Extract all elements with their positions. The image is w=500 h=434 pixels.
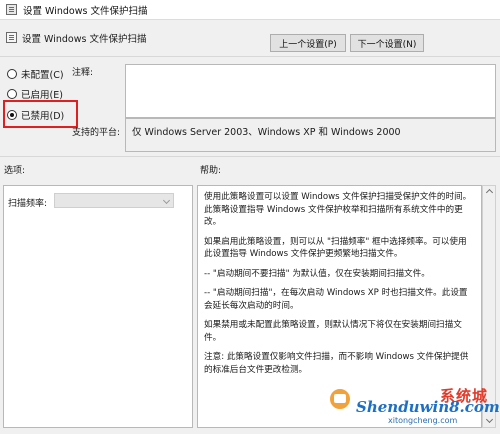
chevron-down-icon [162, 196, 171, 205]
radio-label: 未配置(C) [21, 70, 64, 81]
next-setting-button[interactable]: 下一个设置(N) [350, 34, 424, 52]
divider [0, 56, 500, 57]
watermark-sub-text: xitongcheng.com [388, 416, 458, 425]
comment-textarea[interactable] [125, 64, 496, 118]
help-label: 帮助: [200, 166, 222, 176]
radio-button[interactable] [7, 89, 17, 99]
help-paragraph: 如果禁用或未配置此策略设置，则默认情况下将仅在安装期间扫描文件。 [204, 320, 462, 343]
options-label: 选项: [4, 166, 26, 176]
help-paragraph: -- "启动期间扫描"，在每次启动 Windows XP 时也扫描文件。此设置会… [204, 288, 468, 311]
help-paragraph: 注意: 此策略设置仅影响文件扫描，而不影响 Windows 文件保护提供的标准后… [204, 352, 469, 375]
radio-label: 已启用(E) [21, 90, 63, 101]
watermark: 系统城 Shenduwin8.com xitongcheng.com [328, 383, 500, 434]
radio-button[interactable] [7, 69, 17, 79]
setting-icon [6, 32, 17, 43]
help-paragraph: 使用此策略设置可以设置 Windows 文件保护扫描受保护文件的时间。此策略设置… [204, 192, 472, 227]
comment-label: 注释: [72, 68, 94, 78]
scan-frequency-label: 扫描频率: [8, 199, 48, 209]
window-title: 设置 Windows 文件保护扫描 [23, 5, 148, 17]
watermark-main-text: Shenduwin8.com [356, 398, 500, 416]
setting-title: 设置 Windows 文件保护扫描 [22, 34, 147, 45]
annotation-highlight [3, 100, 78, 128]
radio-not-configured[interactable]: 未配置(C) [7, 67, 64, 81]
title-bar: 设置 Windows 文件保护扫描 [0, 0, 500, 20]
scan-frequency-dropdown[interactable] [54, 193, 174, 208]
help-paragraph: 如果启用此策略设置，则可以从 "扫描频率" 框中选择频率。可以使用此设置指导 W… [204, 236, 467, 260]
radio-enabled[interactable]: 已启用(E) [7, 87, 63, 101]
previous-setting-button[interactable]: 上一个设置(P) [270, 34, 346, 52]
scroll-up-icon[interactable] [485, 188, 494, 197]
divider [0, 156, 500, 157]
watermark-logo-icon [328, 387, 352, 411]
options-panel: 扫描频率: [3, 185, 193, 428]
help-paragraph: -- "启动期间不要扫描" 为默认值，仅在安装期间扫描文件。 [204, 268, 430, 279]
platform-label: 支持的平台: [72, 128, 121, 138]
platform-value: 仅 Windows Server 2003、Windows XP 和 Windo… [125, 118, 496, 152]
policy-icon [6, 4, 17, 15]
